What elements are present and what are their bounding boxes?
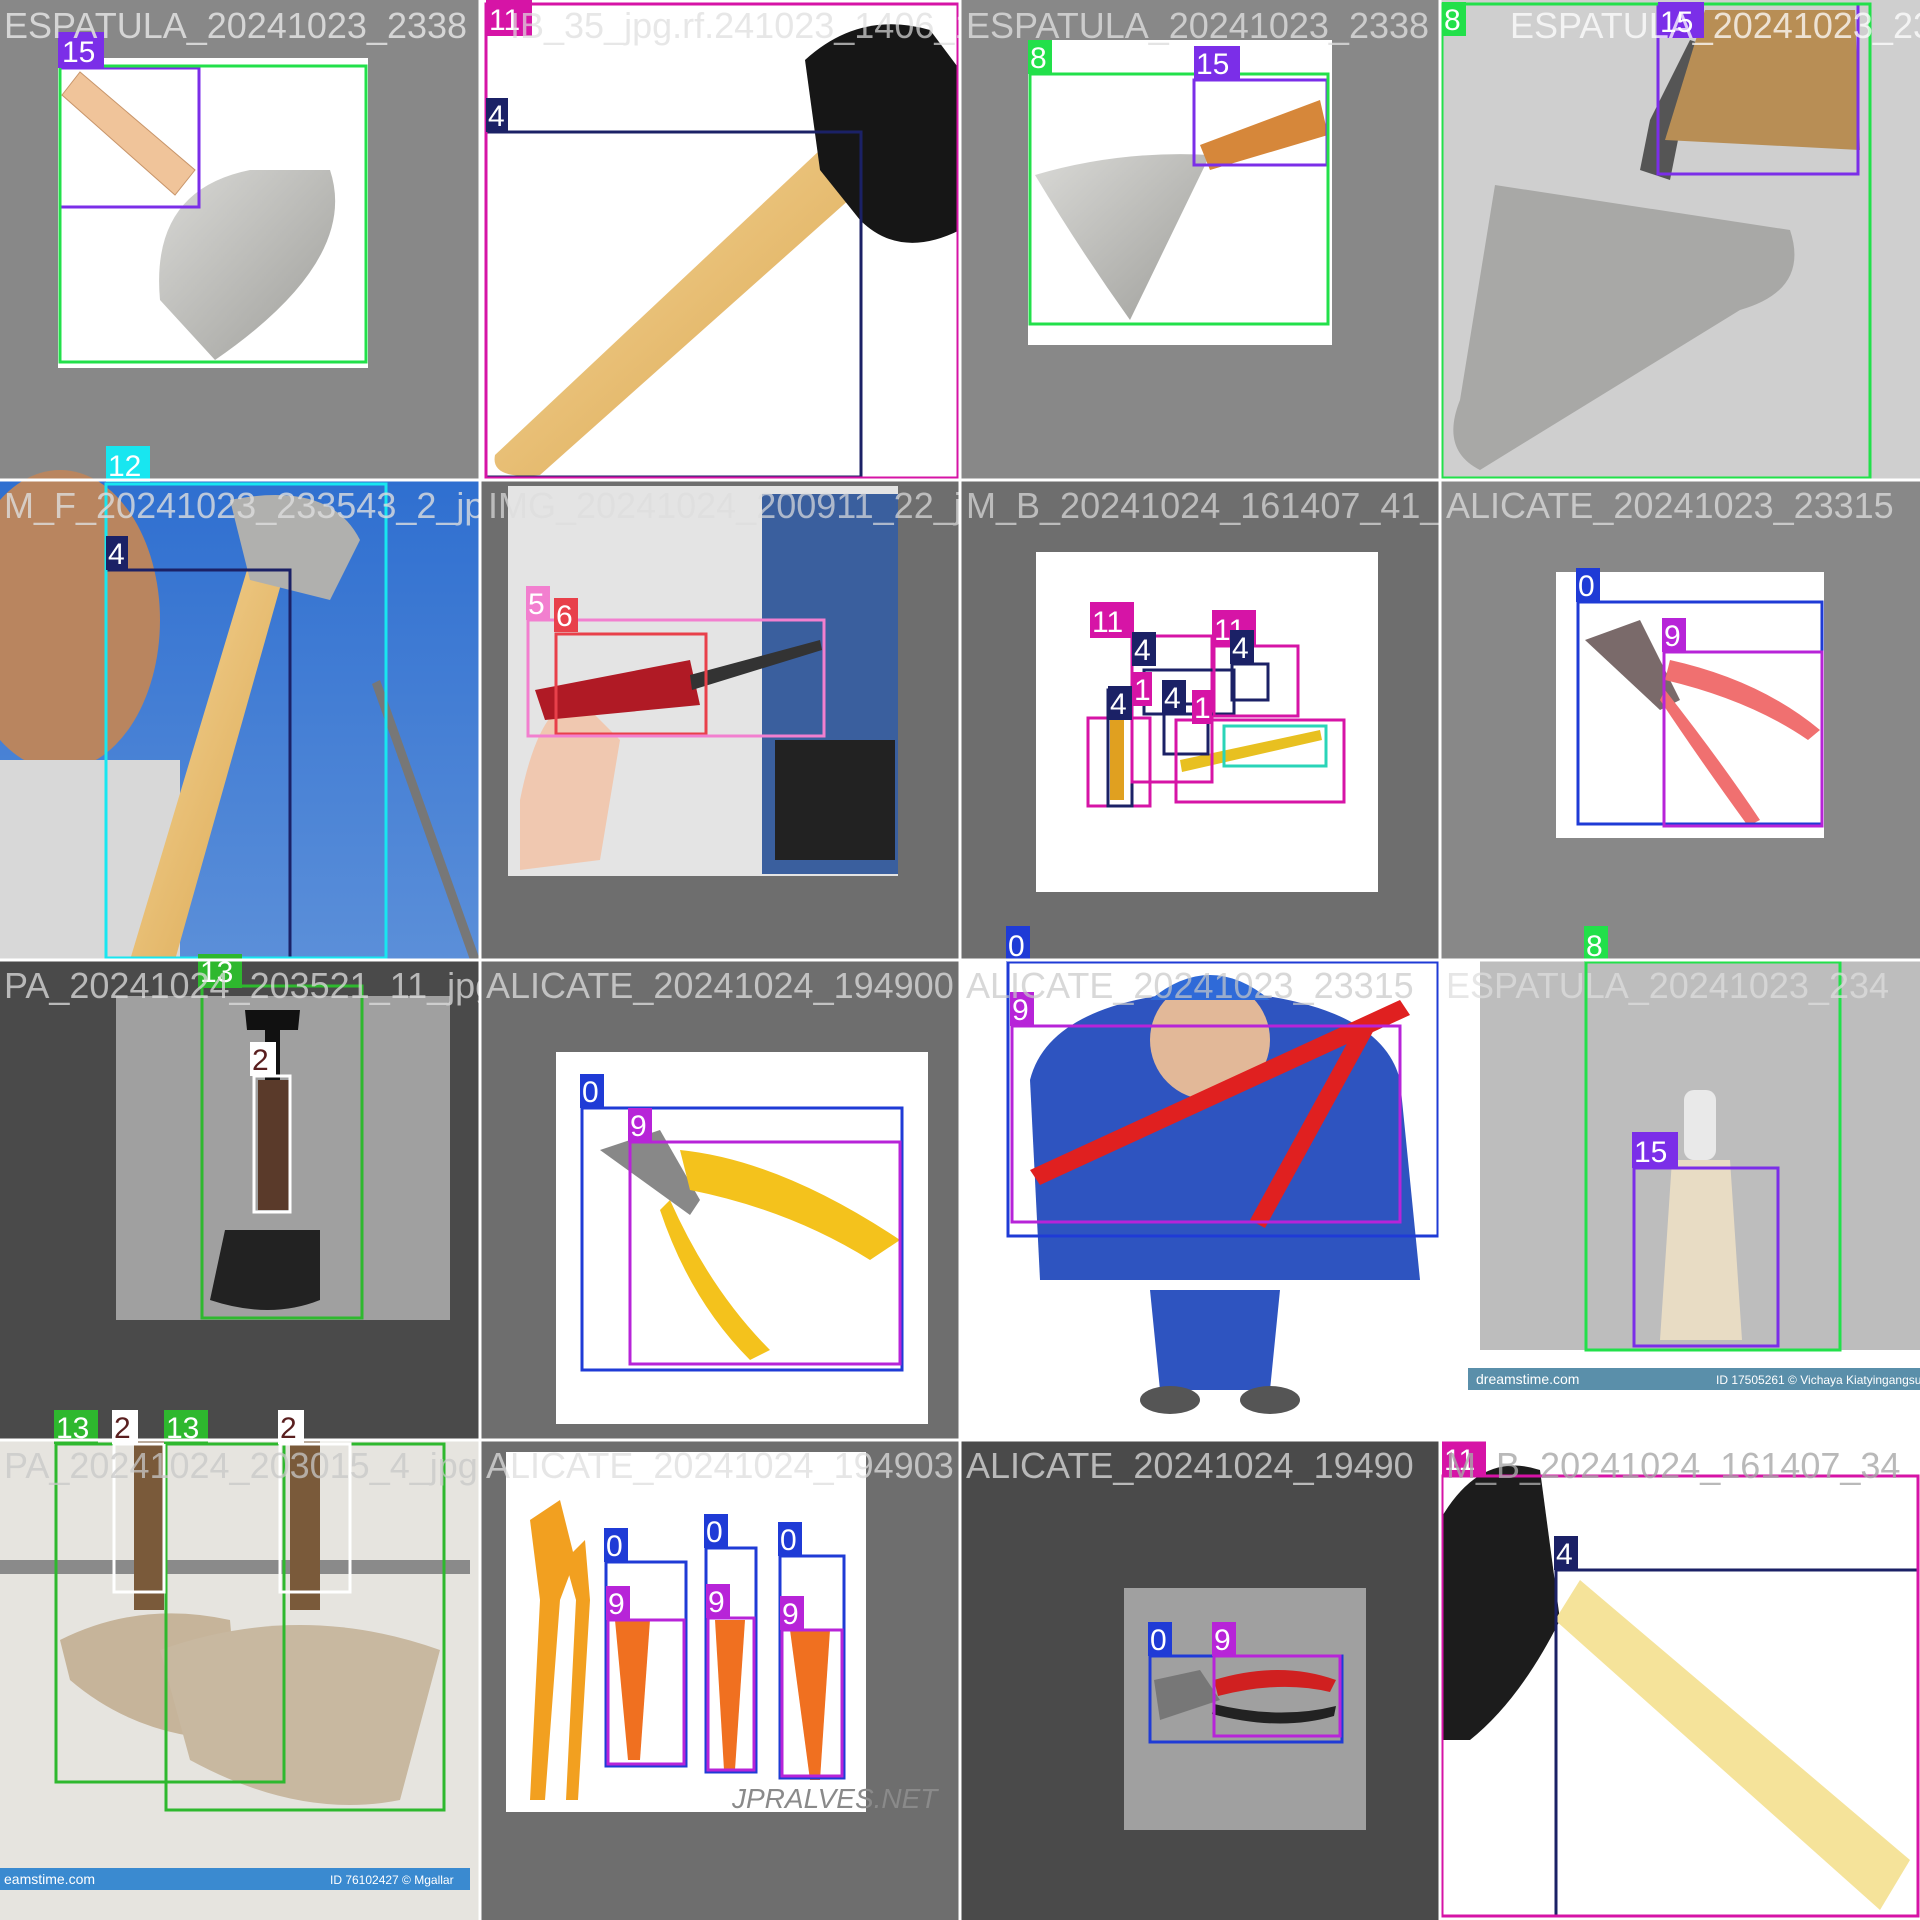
tile-7: 11 4 4 11 4 1 4 1 M_B_20241024_161407_41… (960, 480, 1489, 960)
image-filename: ALICATE_20241023_23315 (1446, 485, 1894, 526)
annotated-image-mosaic: 15 ESPATULA_20241023_2338 11 4 IB_35_jpg… (0, 0, 1920, 1920)
tile-14: JPRALVES.NET 0 0 0 9 9 9 ALICATE_2024102… (480, 1440, 960, 1920)
tile-6: 5 6 IMG_20241024_200911_22_jpg (480, 480, 1002, 960)
image-filename: ESPATULA_20241023_2338 (4, 5, 467, 46)
box-label: 4 (1556, 1538, 1573, 1571)
box-label: 1 (1194, 692, 1211, 725)
box-label: 0 (780, 1524, 797, 1557)
box-label: 9 (782, 1598, 799, 1631)
box-label: 2 (252, 1044, 269, 1077)
image-filename: ALICATE_20241024_194900 (486, 965, 954, 1006)
tile-15: 0 9 ALICATE_20241024_19490 (960, 1440, 1440, 1920)
image-filename: ALICATE_20241024_19490 (966, 1445, 1414, 1486)
box-label: 8 (1444, 4, 1461, 37)
box-label: 4 (1232, 632, 1249, 665)
tile-12: dreamstime.com ID 17505261 © Vichaya Kia… (1440, 926, 1920, 1440)
box-label: 0 (1578, 570, 1595, 603)
box-label: 9 (1664, 620, 1681, 653)
image-filename: ESPATULA_20241023_2338 (966, 5, 1429, 46)
box-label: 0 (1008, 930, 1025, 963)
box-label: 4 (488, 100, 505, 133)
box-label: 4 (1164, 682, 1181, 715)
tile-16: 11 4 M_B_20241024_161407_34 (1440, 1440, 1920, 1920)
tile-11: 0 9 ALICATE_20241023_23315 (960, 926, 1440, 1440)
image-filename: IB_35_jpg.rf.241023_1406_12 (510, 5, 994, 46)
image-filename: M_B_20241024_161407_34 (1446, 1445, 1900, 1486)
tile-1: 15 ESPATULA_20241023_2338 (0, 0, 480, 480)
watermark-id: ID 76102427 © Mgallar (330, 1873, 454, 1887)
box-label: 4 (1134, 634, 1151, 667)
box-label: 0 (1150, 1624, 1167, 1657)
tile-8: 0 9 ALICATE_20241023_23315 (1440, 480, 1920, 960)
box-label: 5 (528, 588, 545, 621)
image-filename: ESPATULA_20241023_234 (1446, 965, 1889, 1006)
box-label: 9 (630, 1110, 647, 1143)
image-filename: PA_20241024_203521_11_jpg (4, 965, 495, 1006)
box-label: 1 (1134, 674, 1151, 707)
image-filename: ALICATE_20241023_23315 (966, 965, 1414, 1006)
box-label: 12 (108, 450, 141, 483)
image-filename: M_F_20241023_233543_2_jpg (4, 485, 504, 526)
tile-13: eamstime.com ID 76102427 © Mgallar 13 2 … (0, 1410, 480, 1920)
box-label: 0 (582, 1076, 599, 1109)
tile-10: 0 9 ALICATE_20241024_194900 (480, 960, 960, 1440)
box-label: 15 (1634, 1136, 1667, 1169)
watermark-text: dreamstime.com (1476, 1371, 1579, 1387)
watermark-text: eamstime.com (4, 1871, 95, 1887)
image-filename: IMG_20241024_200911_22_jpg (488, 485, 1002, 526)
tile-9: 13 2 PA_20241024_203521_11_jpg (0, 954, 495, 1440)
image-filename: PA_20241024_203015_4_jpg (4, 1445, 478, 1486)
box-label: 8 (1030, 42, 1047, 75)
box-label: 6 (556, 600, 573, 633)
tile-3: 8 15 ESPATULA_20241023_2338 (960, 0, 1440, 480)
box-label: 4 (108, 538, 125, 571)
box-label: 15 (1196, 48, 1229, 81)
box-label: 11 (1092, 606, 1123, 639)
box-label: 0 (606, 1530, 623, 1563)
box-label: 9 (708, 1586, 725, 1619)
tile-4: 8 15 ESPATULA_20241023_234 (1440, 0, 1920, 480)
image-filename: M_B_20241024_161407_41_jpg (966, 485, 1489, 526)
box-label: 0 (706, 1516, 723, 1549)
tile-5: 12 4 M_F_20241023_233543_2_jpg (0, 446, 504, 960)
box-label: 4 (1110, 688, 1127, 721)
watermark-text: JPRALVES.NET (731, 1783, 939, 1814)
box-label: 9 (1214, 1624, 1231, 1657)
box-label: 9 (608, 1588, 625, 1621)
image-filename: ESPATULA_20241023_234 (1510, 5, 1920, 46)
image-filename: ALICATE_20241024_194903 (486, 1445, 954, 1486)
tile-2: 11 4 IB_35_jpg.rf.241023_1406_12 (480, 0, 994, 480)
watermark-id: ID 17505261 © Vichaya Kiatyingangsulee (1716, 1373, 1920, 1387)
box-label: 8 (1586, 930, 1603, 963)
